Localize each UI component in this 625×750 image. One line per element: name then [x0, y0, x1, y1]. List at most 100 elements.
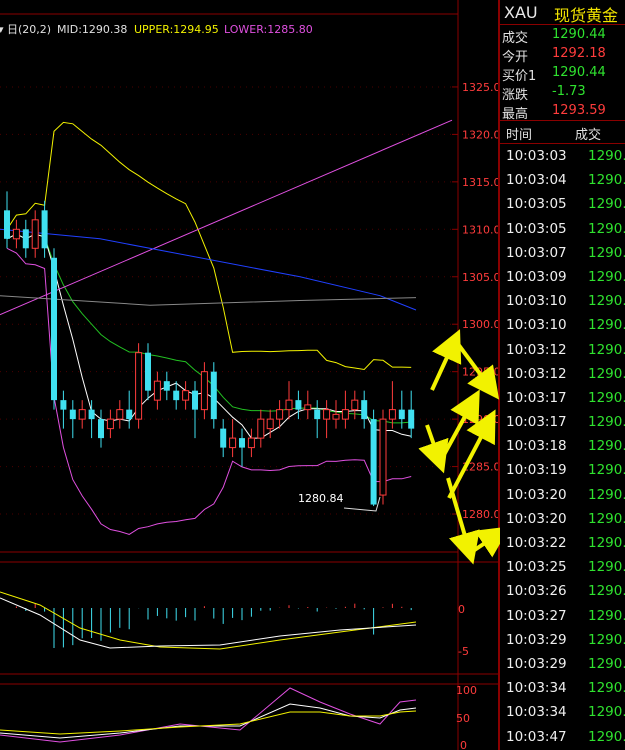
ticks-header: 时间 成交: [500, 121, 625, 144]
quote-row: 涨跌 -1.73: [500, 82, 625, 103]
tick-price: 1290.3: [588, 462, 625, 479]
tick-row[interactable]: 10:03:20 1290.3: [500, 507, 625, 531]
quote-row-value: 1293.59: [552, 103, 606, 118]
quote-row-value: 1290.44: [552, 65, 606, 80]
macd-axis-0: 0: [458, 603, 465, 616]
quote-row: 最高 1293.59: [500, 101, 625, 122]
quote-row: 今开 1292.18: [500, 44, 625, 65]
kdj-axis-50: 50: [456, 712, 470, 725]
price-axis-label: 1300.0: [462, 318, 498, 331]
candle: [379, 409, 387, 505]
indicator-mid: MID:1290.38: [57, 23, 127, 36]
tick-row[interactable]: 10:03:47 1290.4: [500, 725, 625, 749]
macd-axis-neg5: -5: [458, 645, 469, 658]
tick-time: 10:03:47: [506, 728, 567, 745]
candle: [210, 362, 217, 429]
tick-time: 10:03:19: [506, 462, 567, 479]
indicator-lower: LOWER:1285.80: [224, 23, 313, 36]
tick-row[interactable]: 10:03:34 1290.3: [500, 676, 625, 700]
quote-row-value: 1292.18: [552, 46, 606, 61]
tick-price: 1290.3: [588, 655, 625, 672]
tick-time: 10:03:17: [506, 414, 567, 431]
tick-price: 1290.3: [588, 244, 625, 261]
tick-row[interactable]: 10:03:03 1290.3: [500, 144, 625, 168]
tick-row[interactable]: 10:03:22 1290.4: [500, 531, 625, 555]
tick-row[interactable]: 10:03:29 1290.3: [500, 652, 625, 676]
indicator-prefix: ▾ 日(20,2): [0, 23, 51, 36]
tick-price: 1290.3: [588, 148, 625, 164]
tick-row[interactable]: 10:03:12 1290.3: [500, 338, 625, 362]
tick-price: 1290.4: [588, 220, 625, 237]
price-axis-label: 1305.0: [462, 271, 498, 284]
tick-time: 10:03:20: [506, 510, 567, 527]
price-axis-label: 1290.0: [462, 413, 498, 426]
tick-time: 10:03:12: [506, 365, 567, 382]
kdj-axis-100: 100: [456, 684, 477, 697]
tick-price: 1290.4: [588, 365, 625, 382]
tick-price: 1290.4: [588, 559, 625, 576]
kdj-axis-0: 0: [460, 739, 467, 750]
tick-time: 10:03:04: [506, 172, 567, 189]
price-axis-label: 1320.0: [462, 128, 498, 141]
tick-price: 1290.4: [588, 317, 625, 334]
low-annotation: 1280.84: [298, 492, 344, 505]
tick-price: 1290.4: [588, 728, 625, 745]
tick-time: 10:03:12: [506, 341, 567, 358]
tick-time: 10:03:07: [506, 244, 567, 261]
tick-row[interactable]: 10:03:26 1290.4: [500, 579, 625, 603]
quote-row-value: -1.73: [552, 84, 586, 99]
price-axis-label: 1315.0: [462, 176, 498, 189]
tick-list[interactable]: 10:03:03 1290.3 10:03:04 1290.2 10:03:05 1290…: [500, 144, 625, 749]
col-time: 时间: [506, 128, 533, 143]
chart-area[interactable]: ▾ 日(20,2) MID:1290.38 UPPER:1294.95 LOWE…: [0, 0, 498, 750]
quote-panel: XAU 现货黄金 成交 1290.44 今开 1292.18 买价1 1290.44 涨跌 -…: [500, 0, 625, 750]
tick-time: 10:03:05: [506, 220, 567, 237]
symbol-code: XAU: [504, 3, 538, 22]
tick-price: 1290.3: [588, 414, 625, 431]
tick-price: 1290.3: [588, 341, 625, 358]
tick-row[interactable]: 10:03:07 1290.3: [500, 241, 625, 265]
tick-row[interactable]: 10:03:05 1290.4: [500, 217, 625, 241]
tick-price: 1290.4: [588, 438, 625, 455]
quote-row: 成交 1290.44: [500, 25, 625, 46]
quote-row: 买价1 1290.44: [500, 63, 625, 84]
tick-row[interactable]: 10:03:12 1290.4: [500, 362, 625, 386]
tick-time: 10:03:29: [506, 631, 567, 648]
tick-row[interactable]: 10:03:04 1290.2: [500, 168, 625, 192]
tick-row[interactable]: 10:03:27 1290.3: [500, 604, 625, 628]
candle: [51, 248, 57, 410]
tick-row[interactable]: 10:03:17 1290.3: [500, 410, 625, 434]
tick-time: 10:03:26: [506, 583, 567, 600]
tick-time: 10:03:25: [506, 559, 567, 576]
tick-price: 1290.4: [588, 389, 625, 406]
tick-time: 10:03:17: [506, 389, 567, 406]
price-axis-label: 1295.0: [462, 366, 498, 379]
tick-row[interactable]: 10:03:05 1290.4: [500, 192, 625, 216]
tick-price: 1290.4: [588, 486, 625, 503]
price-axis-label: 1310.0: [462, 223, 498, 236]
tick-row[interactable]: 10:03:34 1290.4: [500, 700, 625, 724]
tick-row[interactable]: 10:03:09 1290.3: [500, 265, 625, 289]
tick-price: 1290.4: [588, 631, 625, 648]
tick-price: 1290.3: [588, 680, 625, 697]
tick-price: 1290.3: [588, 607, 625, 624]
col-price: 成交: [575, 128, 602, 143]
tick-row[interactable]: 10:03:20 1290.4: [500, 483, 625, 507]
tick-row[interactable]: 10:03:19 1290.3: [500, 458, 625, 482]
tick-price: 1290.4: [588, 535, 625, 551]
tick-price: 1290.2: [588, 172, 625, 189]
quote-row-label: 最高: [502, 107, 529, 122]
tick-time: 10:03:10: [506, 317, 567, 334]
tick-row[interactable]: 10:03:10 1290.3: [500, 289, 625, 313]
tick-row[interactable]: 10:03:29 1290.4: [500, 628, 625, 652]
tick-row[interactable]: 10:03:17 1290.4: [500, 386, 625, 410]
tick-row[interactable]: 10:03:25 1290.4: [500, 555, 625, 579]
tick-time: 10:03:09: [506, 268, 567, 285]
tick-time: 10:03:20: [506, 486, 567, 503]
tick-price: 1290.3: [588, 268, 625, 285]
tick-row[interactable]: 10:03:18 1290.4: [500, 434, 625, 458]
tick-row[interactable]: 10:03:10 1290.4: [500, 313, 625, 337]
quote-header: XAU 现货黄金: [500, 0, 625, 25]
tick-time: 10:03:03: [506, 148, 567, 164]
quote-summary: 成交 1290.44 今开 1292.18 买价1 1290.44 涨跌 -1.73 最高 129…: [500, 25, 625, 122]
